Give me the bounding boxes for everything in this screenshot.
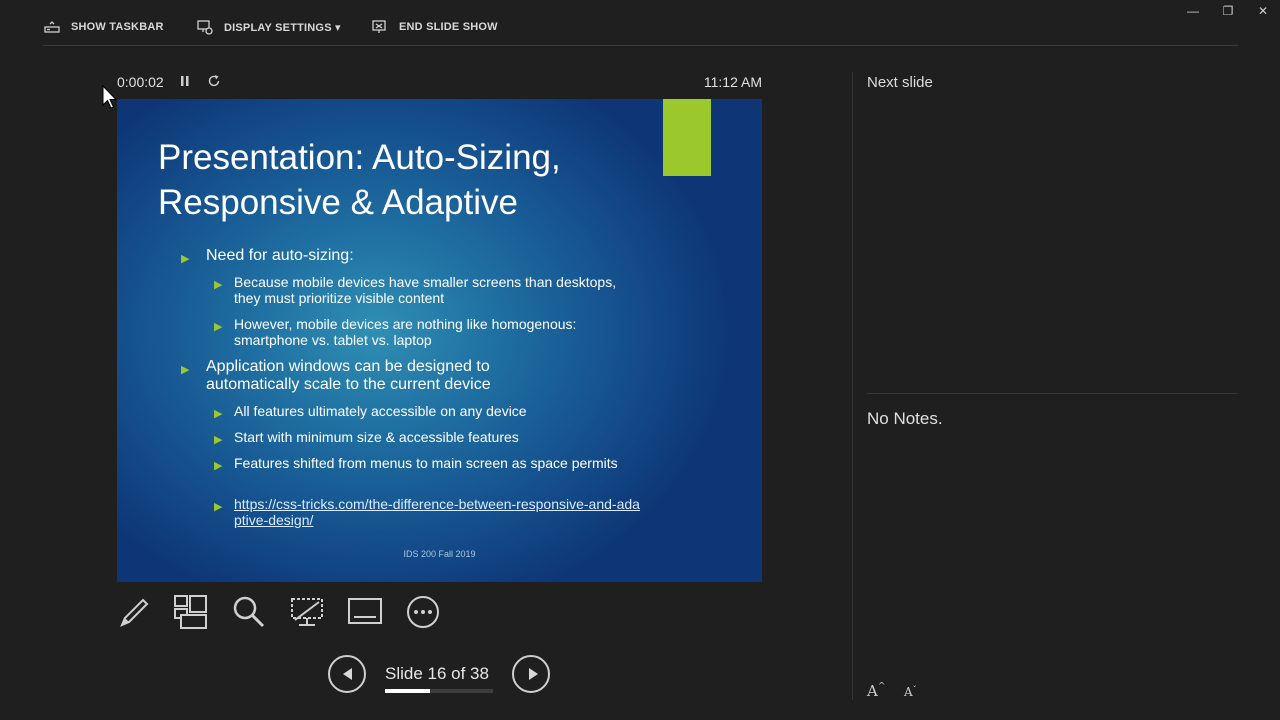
triangle-left-icon: [343, 668, 352, 680]
bullet-arrow-icon: ▶: [214, 321, 223, 333]
bullet-text: All features ultimately accessible on an…: [234, 403, 527, 419]
bullet-text: Features shifted from menus to main scre…: [234, 455, 618, 471]
end-slide-show-button[interactable]: END SLIDE SHOW: [371, 14, 498, 40]
bullet-arrow-icon: ▶: [214, 460, 223, 472]
bullet-arrow-icon: ▶: [214, 279, 223, 291]
slide-title: Presentation: Auto-Sizing, Responsive & …: [158, 135, 698, 225]
slide-title-line1: Presentation: Auto-Sizing,: [158, 138, 561, 177]
bullet-text: Need for auto-sizing:: [206, 247, 354, 264]
slide-counter[interactable]: Slide 16 of 38: [385, 664, 489, 684]
sub-bullet: ▶ However, mobile devices are nothing li…: [214, 316, 644, 348]
close-button[interactable]: ✕: [1252, 4, 1274, 20]
decrease-font-button[interactable]: Aˇ: [904, 685, 917, 699]
bullet-arrow-icon: ▶: [181, 364, 190, 376]
zoom-icon[interactable]: [231, 594, 267, 630]
previous-slide-button[interactable]: [328, 655, 366, 693]
notes-divider: [867, 393, 1238, 394]
css-tricks-link[interactable]: https://css-tricks.com/the-difference-be…: [234, 496, 644, 528]
minimize-button[interactable]: —: [1182, 4, 1204, 20]
subtitles-icon[interactable]: [347, 594, 383, 630]
elapsed-timer: 0:00:02: [117, 74, 164, 90]
bullet: ▶ Need for auto-sizing:: [181, 247, 576, 268]
bullet-arrow-icon: ▶: [214, 434, 223, 446]
bullet-text: However, mobile devices are nothing like…: [234, 316, 577, 348]
current-slide[interactable]: Presentation: Auto-Sizing, Responsive & …: [117, 99, 762, 582]
display-settings-icon: [197, 20, 213, 35]
triangle-right-icon: [529, 668, 538, 680]
display-settings-button[interactable]: DISPLAY SETTINGS ▾: [196, 14, 341, 40]
restart-timer-icon[interactable]: [206, 73, 222, 89]
slide-title-line2: Responsive & Adaptive: [158, 183, 518, 222]
next-slide-label: Next slide: [867, 74, 933, 91]
decrease-font-icon: A: [904, 685, 913, 699]
increase-font-icon: A: [867, 682, 878, 700]
next-slide-button[interactable]: [512, 655, 550, 693]
bullet-arrow-icon: ▶: [181, 253, 190, 265]
sub-bullet: ▶ Start with minimum size & accessible f…: [214, 429, 644, 448]
bullet: ▶ Application windows can be designed to…: [181, 358, 576, 394]
more-options-icon[interactable]: [405, 594, 441, 630]
restore-button[interactable]: ❐: [1217, 4, 1239, 20]
bullet-text: Start with minimum size & accessible fea…: [234, 429, 519, 445]
sub-bullet: ▶ Features shifted from menus to main sc…: [214, 455, 644, 474]
pane-divider: [852, 72, 853, 700]
show-taskbar-label: SHOW TASKBAR: [71, 21, 164, 33]
sub-bullet: ▶ All features ultimately accessible on …: [214, 403, 644, 422]
show-taskbar-button[interactable]: SHOW TASKBAR: [43, 14, 164, 40]
taskbar-icon: [44, 21, 60, 33]
toolbar-divider: [43, 45, 1238, 46]
pause-icon[interactable]: [179, 74, 191, 88]
bullet-text: Application windows can be designed to a…: [206, 358, 491, 393]
bullet-arrow-icon: ▶: [214, 408, 223, 420]
clock: 11:12 AM: [703, 74, 762, 90]
black-screen-icon[interactable]: [289, 594, 325, 630]
sub-bullet: ▶ https://css-tricks.com/the-difference-…: [214, 496, 644, 528]
mouse-cursor-icon: [102, 85, 118, 109]
slide-progress-bar: [385, 689, 493, 693]
speaker-notes: No Notes.: [867, 409, 943, 428]
see-all-slides-icon[interactable]: [173, 594, 209, 630]
bullet-text: Because mobile devices have smaller scre…: [234, 274, 617, 306]
slide-footer: IDS 200 Fall 2019: [403, 549, 476, 559]
slide-progress-fill: [385, 689, 431, 693]
end-show-icon: [372, 20, 386, 33]
display-settings-label: DISPLAY SETTINGS ▾: [224, 21, 341, 34]
pen-icon[interactable]: [116, 594, 152, 630]
end-slide-show-label: END SLIDE SHOW: [399, 21, 498, 33]
increase-font-button[interactable]: A^: [867, 682, 885, 700]
sub-bullet: ▶ Because mobile devices have smaller sc…: [214, 274, 644, 306]
bullet-arrow-icon: ▶: [214, 501, 223, 513]
